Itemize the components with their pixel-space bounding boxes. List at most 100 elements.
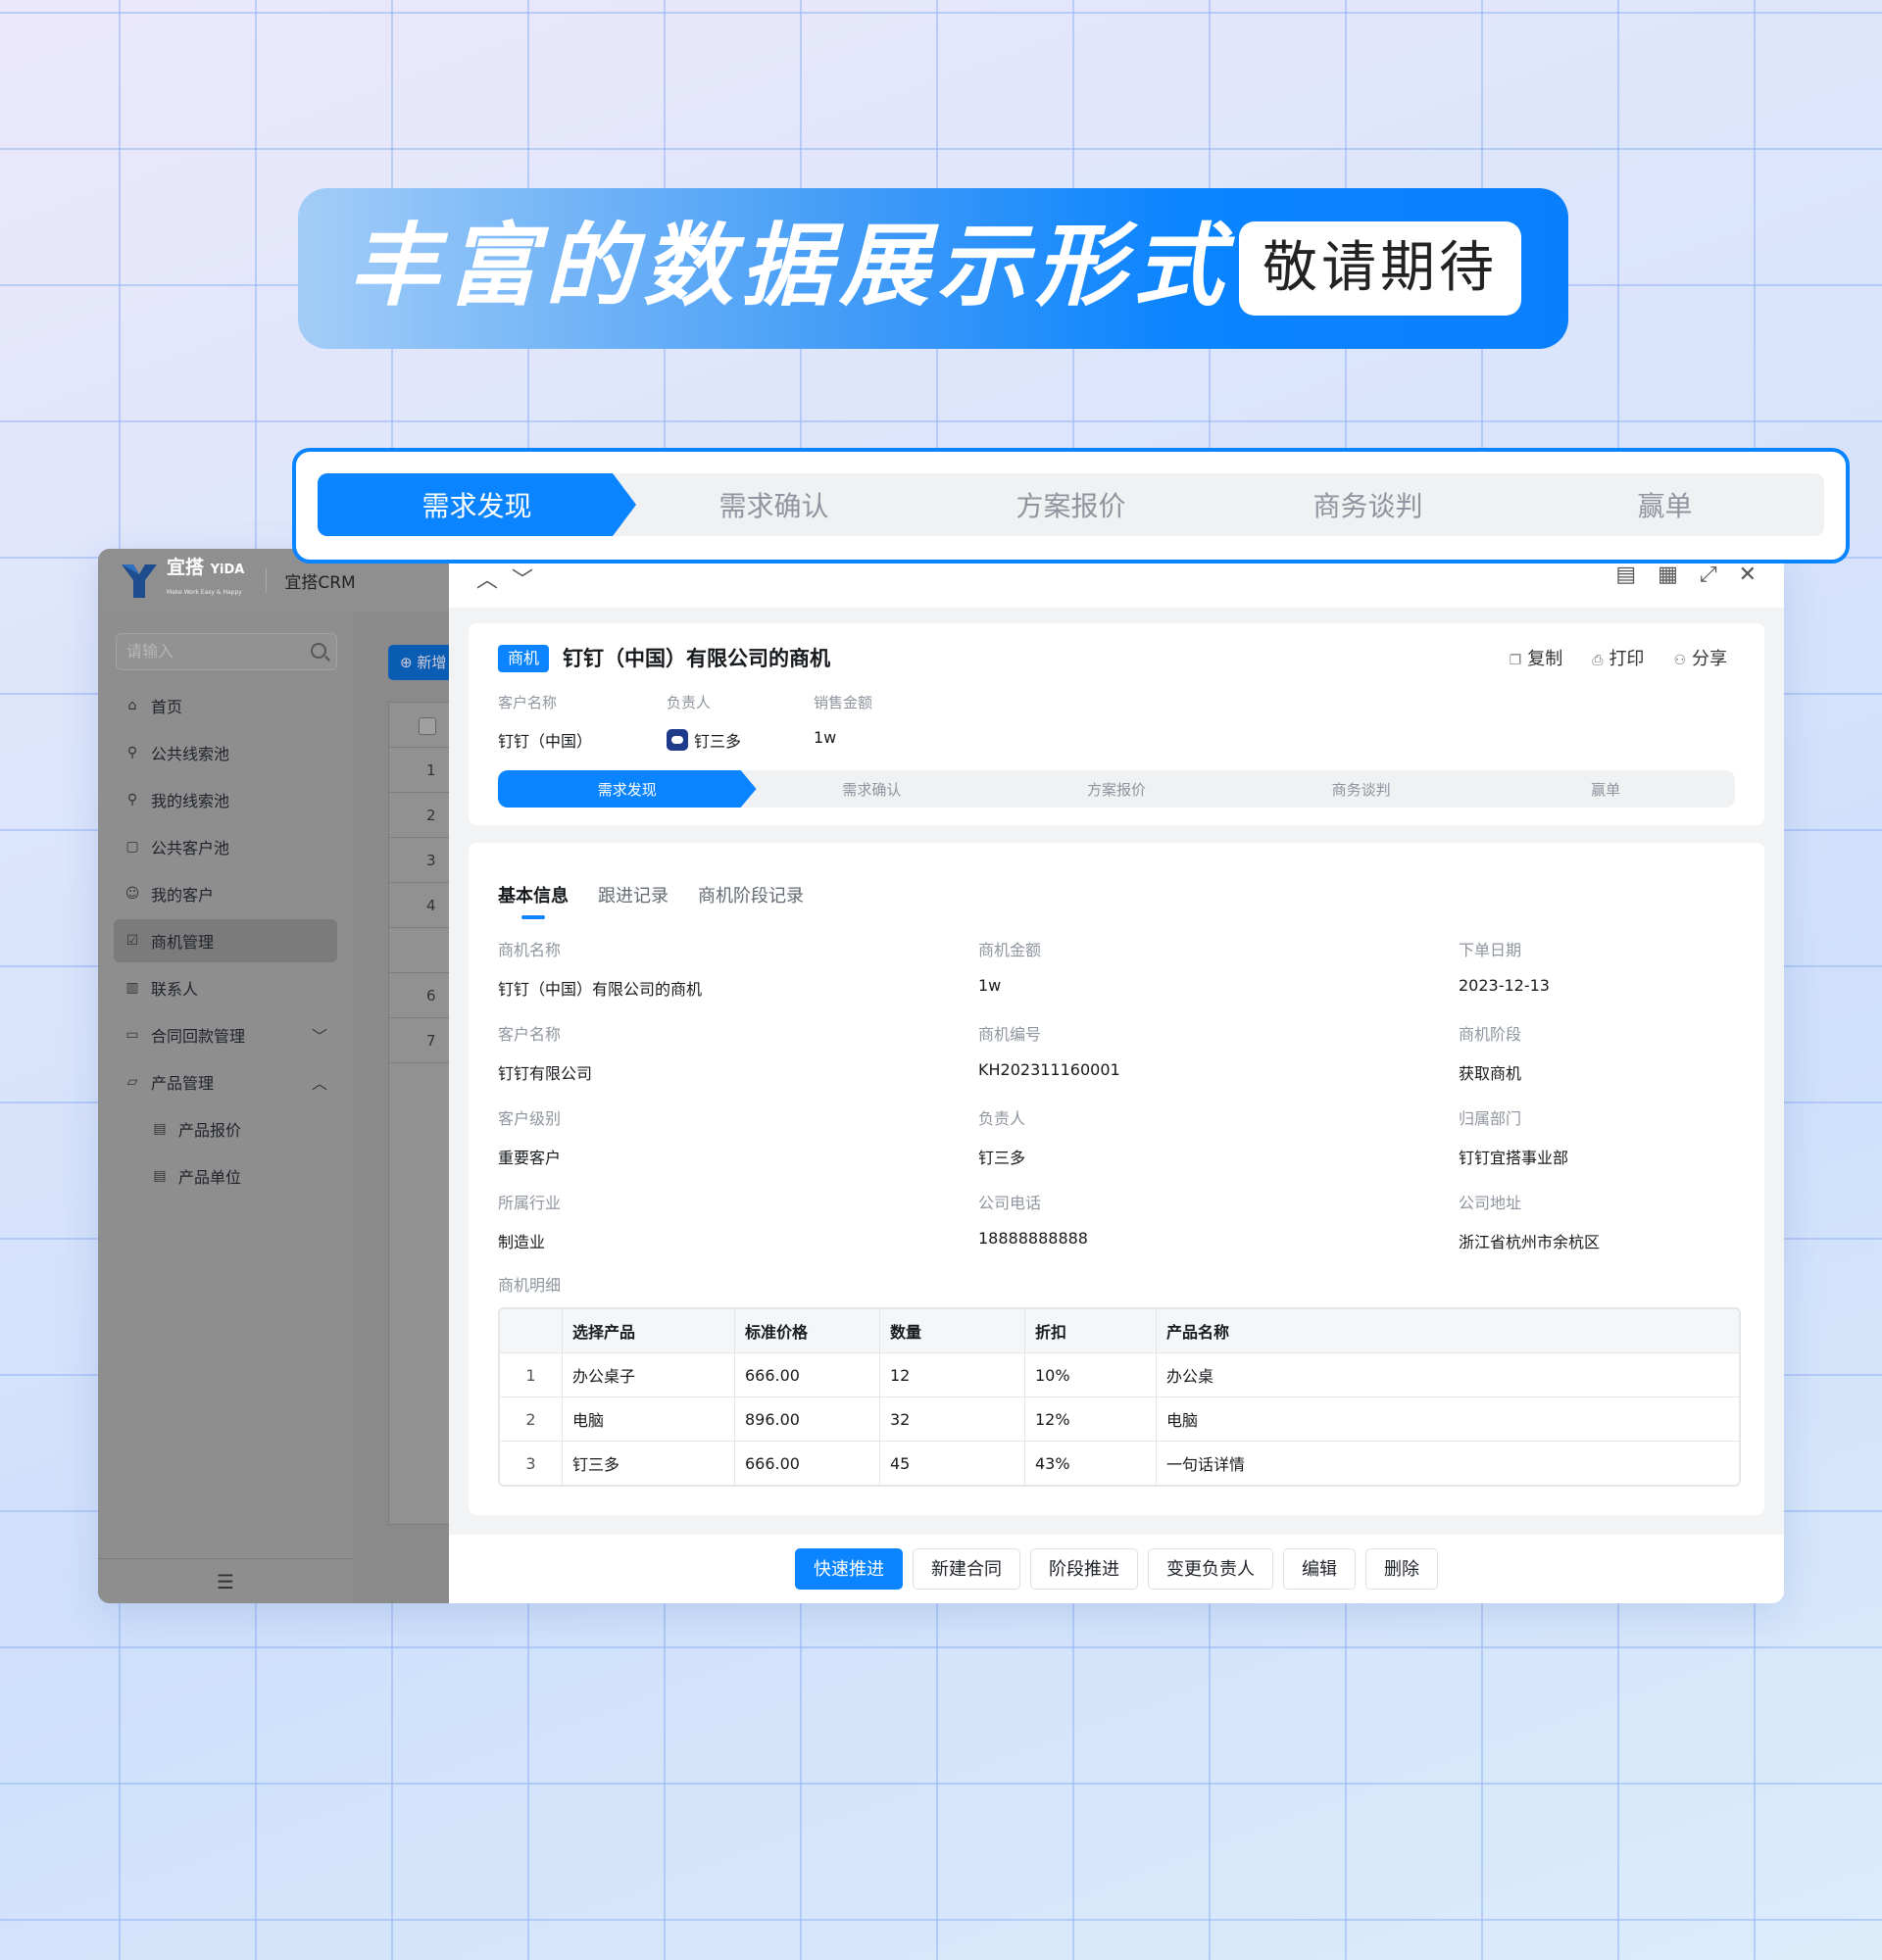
record-title: 钉钉（中国）有限公司的商机 [563, 647, 830, 670]
sidebar-item[interactable]: ⚲ 我的线索池 [114, 778, 337, 821]
sidebar-item-label: 联系人 [151, 980, 199, 999]
detail-card: 基本信息 跟进记录 商机阶段记录 商机名称 钉钉（中国）有限公司的商机 商机金额 1w… [469, 843, 1764, 1515]
folder-icon: ▭ [125, 1027, 139, 1043]
sidebar-item[interactable]: ▤ 产品单位 [114, 1154, 337, 1198]
stage-step-small[interactable]: 赢单 [1476, 770, 1735, 808]
org-icon: ⚲ [126, 792, 138, 808]
close-icon[interactable]: ✕ [1739, 563, 1757, 587]
table-cell: 电脑 [563, 1396, 735, 1441]
detail-field: 公司电话 18888888888 [978, 1190, 1459, 1274]
sidebar-menu: ⌂ 首页 ⚲ 公共线索池 ⚲ 我的线索池 ▢ 公共客户池 ☺ 我的客户 ☑ 商机管理 ▥ 联系人 ▭ 合同回款… [114, 684, 337, 1201]
stage-step[interactable]: 需求确认 [615, 473, 933, 536]
select-all-checkbox[interactable] [419, 716, 436, 735]
stage-step-small[interactable]: 商务谈判 [1232, 770, 1491, 808]
table-cell: 32 [880, 1396, 1025, 1441]
tab-basic-info[interactable]: 基本信息 [498, 882, 569, 919]
search-icon[interactable] [311, 643, 326, 659]
table-cell: 43% [1025, 1441, 1157, 1485]
field-value: 钉钉有限公司 [498, 1064, 593, 1083]
stage-advance-button[interactable]: 阶段推进 [1030, 1548, 1138, 1590]
table-cell: 896.00 [735, 1396, 880, 1441]
sidebar-item[interactable]: ▢ 公共客户池 [114, 825, 337, 868]
sidebar-item[interactable]: ▭ 合同回款管理 ﹀ [114, 1013, 337, 1056]
table-row[interactable]: 3 钉三多 666.00 45 43% 一句话详情 [500, 1441, 1739, 1485]
new-contract-button[interactable]: 新建合同 [913, 1548, 1020, 1590]
print-icon: ⎙ [1592, 653, 1604, 668]
stage-step-small[interactable]: 需求确认 [743, 770, 1002, 808]
share-icon: ⚇ [1673, 653, 1686, 668]
qrcode-icon[interactable]: ▦ [1658, 563, 1678, 587]
tab-follow-up[interactable]: 跟进记录 [598, 882, 669, 907]
table-cell: 办公桌 [1157, 1352, 1739, 1396]
detail-table-label: 商机明细 [498, 1276, 562, 1295]
app-title: 宜搭CRM [266, 567, 356, 593]
sidebar-item[interactable]: ⚲ 公共线索池 [114, 731, 337, 774]
detail-field: 归属部门 钉钉宜搭事业部 [1459, 1105, 1735, 1190]
sidebar-item-label: 公共线索池 [151, 745, 230, 763]
sidebar-item[interactable]: ▱ 产品管理 ︿ [114, 1060, 337, 1103]
sidebar-item[interactable]: ☺ 我的客户 [114, 872, 337, 915]
detail-field: 公司地址 浙江省杭州市余杭区 [1459, 1190, 1735, 1274]
column-header [500, 1309, 563, 1352]
table-cell: 2 [500, 1396, 563, 1441]
record-type-tag: 商机 [498, 645, 550, 672]
doc-icon: ▤ [153, 1168, 167, 1184]
detail-field: 商机阶段 获取商机 [1459, 1021, 1735, 1105]
field-value: 钉钉宜搭事业部 [1459, 1149, 1569, 1167]
change-owner-button[interactable]: 变更负责人 [1148, 1548, 1273, 1590]
doc-icon: ▤ [153, 1121, 167, 1137]
detail-tabs: 基本信息 跟进记录 商机阶段记录 [498, 882, 804, 919]
detail-field: 客户名称 钉钉有限公司 [498, 1021, 978, 1105]
stage-progress-small: 需求发现 需求确认 方案报价 商务谈判 赢单 [498, 770, 1735, 808]
field-value: 钉钉（中国）有限公司的商机 [498, 980, 703, 999]
table-cell: 666.00 [735, 1352, 880, 1396]
chevron-up-icon[interactable]: ︿ [312, 1070, 327, 1094]
tab-stage-records[interactable]: 商机阶段记录 [698, 882, 804, 907]
detail-field: 商机名称钉钉（中国）有限公司的商机 [498, 937, 978, 1021]
stage-step[interactable]: 商务谈判 [1209, 473, 1527, 536]
chart-icon: ▥ [125, 980, 139, 996]
edit-button[interactable]: 编辑 [1283, 1548, 1356, 1590]
sidebar-item[interactable]: ☑ 商机管理 [114, 919, 337, 962]
layout-icon[interactable]: ▤ [1615, 563, 1636, 587]
search-input[interactable]: 请输入 [116, 633, 337, 670]
sidebar-item[interactable]: ⌂ 首页 [114, 684, 337, 727]
summary-amount: 销售金额 1w [814, 694, 873, 747]
table-cell: 12 [880, 1352, 1025, 1396]
table-cell: 45 [880, 1441, 1025, 1485]
expand-icon[interactable]: ⤢ [1700, 563, 1717, 587]
sidebar-item[interactable]: ▥ 联系人 [114, 966, 337, 1009]
field-value: 制造业 [498, 1233, 546, 1251]
quick-advance-button[interactable]: 快速推进 [795, 1548, 903, 1590]
stage-step[interactable]: 赢单 [1506, 473, 1824, 536]
field-label: 所属行业 [498, 1194, 562, 1212]
stage-step-small[interactable]: 方案报价 [987, 770, 1246, 808]
drawer-tools: ▤ ▦ ⤢ ✕ [1615, 563, 1757, 587]
field-value: 重要客户 [498, 1149, 562, 1167]
field-label: 商机名称 [498, 941, 562, 959]
share-button[interactable]: ⚇ 分享 [1673, 645, 1727, 670]
copy-button[interactable]: ❐ 复制 [1510, 645, 1563, 670]
stage-step[interactable]: 方案报价 [912, 473, 1230, 536]
table-cell: 钉三多 [563, 1441, 735, 1485]
stage-step-small[interactable]: 需求发现 [498, 770, 757, 808]
chevron-up-icon[interactable]: ︿ [476, 568, 512, 593]
detail-field: 客户级别 重要客户 [498, 1105, 978, 1190]
detail-field: 负责人 钉三多 [978, 1105, 1459, 1190]
field-value: 获取商机 [1459, 1064, 1522, 1083]
stage-step[interactable]: 需求发现 [318, 473, 636, 536]
delete-button[interactable]: 删除 [1365, 1548, 1438, 1590]
detail-field: 商机编号 KH202311160001 [978, 1021, 1459, 1105]
chevron-down-icon[interactable]: ﹀ [312, 1023, 327, 1047]
sidebar-item[interactable]: ▤ 产品报价 [114, 1107, 337, 1151]
column-header: 标准价格 [735, 1309, 880, 1352]
chevron-down-icon[interactable]: ﹀ [512, 568, 547, 593]
table-row[interactable]: 1 办公桌子 666.00 12 10% 办公桌 [500, 1352, 1739, 1396]
field-value: 钉三多 [978, 1149, 1026, 1167]
field-label: 商机编号 [978, 1025, 1042, 1044]
print-button[interactable]: ⎙ 打印 [1592, 645, 1644, 670]
table-row[interactable]: 2 电脑 896.00 32 12% 电脑 [500, 1396, 1739, 1441]
home-icon: ⌂ [127, 698, 137, 713]
collapse-sidebar-icon[interactable]: ☰ [98, 1558, 353, 1603]
sidebar-region: 宜搭 YiDA Make Work Easy & Happy 宜搭CRM 请输入… [98, 549, 486, 1603]
